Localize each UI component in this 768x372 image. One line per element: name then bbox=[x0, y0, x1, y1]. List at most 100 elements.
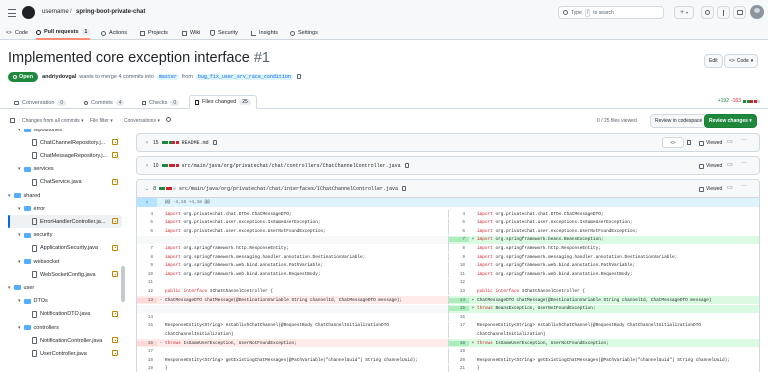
code-dropdown-button[interactable]: <> Code ▾ bbox=[724, 54, 759, 68]
diff-line-right[interactable]: 20 ResponseEntity<String> getExistingCha… bbox=[448, 356, 759, 365]
copy-path-icon[interactable] bbox=[402, 186, 407, 191]
copy-path-icon[interactable] bbox=[212, 140, 217, 145]
comment-icon[interactable]: ▭ bbox=[727, 161, 733, 168]
diff-line-right[interactable]: 5 import org.privatechat.user.exceptions.… bbox=[448, 218, 759, 227]
diff-line-left[interactable]: 6 import org.privatechat.user.exceptions.… bbox=[137, 227, 448, 235]
tree-file[interactable]: NotificationController.java bbox=[8, 334, 122, 347]
file-header-chatchannelcontroller[interactable]: › 10 src/main/java/org/privatechat/chat/… bbox=[136, 156, 760, 175]
line-number[interactable]: 9 bbox=[137, 263, 157, 268]
diff-line-left[interactable]: 16- throws IsSameUserException, UserNotF… bbox=[137, 339, 448, 347]
github-logo-icon[interactable] bbox=[22, 6, 35, 19]
changes-from-dropdown[interactable]: Changes from all commits ▾ bbox=[22, 118, 84, 124]
line-number[interactable]: 13 bbox=[449, 289, 469, 294]
nav-tab-security[interactable]: Security bbox=[210, 26, 238, 40]
diff-line-right[interactable]: 18 + throws IsSameUserException, UserNotF… bbox=[448, 339, 759, 347]
diff-line-left[interactable]: 17 bbox=[137, 348, 448, 356]
tree-folder[interactable]: ▾ websocket bbox=[8, 255, 122, 268]
checkbox-box[interactable] bbox=[699, 186, 704, 192]
nav-tab-settings[interactable]: Settings bbox=[290, 26, 318, 40]
chevron-down-icon[interactable]: ▾ bbox=[18, 232, 21, 238]
line-number[interactable]: 18 bbox=[449, 340, 469, 346]
diff-line-right[interactable]: 9 import org.springframework.messaging.ha… bbox=[448, 253, 759, 261]
line-number[interactable]: 11 bbox=[137, 280, 157, 285]
diff-line-right[interactable]: 13 public interface IChatChannelControlle… bbox=[448, 287, 759, 296]
chevron-down-icon[interactable]: ⌄ bbox=[145, 186, 149, 192]
diff-line-left[interactable]: chatChannelInitialization) bbox=[137, 330, 448, 338]
edit-button[interactable]: Edit bbox=[704, 54, 723, 68]
author-link[interactable]: andriydovgal bbox=[42, 74, 76, 80]
diff-line-right[interactable]: 4 import org.privatechat.chat.DTOs.ChatMe… bbox=[448, 210, 759, 218]
tree-file[interactable]: ChatService.java bbox=[8, 176, 122, 189]
line-number[interactable]: 6 bbox=[449, 229, 469, 234]
tree-folder[interactable]: ▾ DTOs bbox=[8, 295, 122, 308]
line-number[interactable]: 10 bbox=[137, 272, 157, 277]
chevron-right-icon[interactable]: › bbox=[146, 163, 148, 169]
code-view-toggle[interactable]: <> bbox=[662, 137, 684, 148]
diff-line-left[interactable]: 13- ChatMessageDTO chatMessage(@Destinat… bbox=[137, 296, 448, 304]
file-path[interactable]: README.md bbox=[182, 140, 209, 146]
line-number[interactable]: 14 bbox=[137, 315, 157, 320]
base-branch[interactable]: master bbox=[156, 73, 179, 80]
tree-file[interactable]: UserController.java bbox=[8, 347, 122, 360]
line-number[interactable]: 13 bbox=[137, 297, 157, 303]
diff-line-right[interactable]: 19 bbox=[448, 347, 759, 356]
file-tree-toggle-icon[interactable] bbox=[10, 118, 15, 123]
line-number[interactable]: 7 bbox=[137, 246, 157, 251]
tree-file[interactable]: WebSocketConfig.java bbox=[8, 268, 122, 281]
chevron-down-icon[interactable]: ▾ bbox=[18, 325, 21, 331]
line-number[interactable]: 10 bbox=[449, 263, 469, 268]
review-changes-button[interactable]: Review changes ▾ bbox=[704, 114, 757, 128]
line-number[interactable]: 16 bbox=[449, 315, 469, 320]
diff-line-right[interactable]: 11 import org.springframework.web.bind.an… bbox=[448, 270, 759, 279]
nav-tab-insights[interactable]: Insights bbox=[251, 26, 278, 40]
file-filter-dropdown[interactable]: File filter ▾ bbox=[90, 118, 113, 124]
line-number[interactable]: 12 bbox=[137, 289, 157, 294]
repo-name-link[interactable]: spring-boot-private-chat bbox=[76, 9, 145, 15]
viewed-checkbox[interactable]: Viewed bbox=[699, 186, 722, 192]
tree-folder[interactable]: ▾ repositories bbox=[8, 129, 122, 136]
kebab-menu-icon[interactable]: ··· bbox=[741, 183, 747, 189]
copy-icon[interactable] bbox=[296, 74, 301, 79]
copy-path-icon[interactable] bbox=[404, 163, 409, 168]
diff-line-right[interactable]: 14 + ChatMessageDTO chatMessage(@Destinat… bbox=[448, 296, 759, 304]
settings-gear-icon[interactable] bbox=[166, 117, 171, 122]
create-new-button[interactable]: + ▾ bbox=[674, 6, 694, 19]
chevron-down-icon[interactable]: ▾ bbox=[18, 259, 21, 265]
checkbox-box[interactable] bbox=[699, 140, 704, 146]
comment-icon[interactable]: ▭ bbox=[727, 184, 733, 191]
line-number[interactable]: 5 bbox=[137, 220, 157, 225]
line-number[interactable]: 7 bbox=[449, 237, 469, 243]
diff-line-left[interactable]: 5 import org.privatechat.user.exceptions.… bbox=[137, 219, 448, 227]
tree-folder[interactable]: ▾ controllers bbox=[8, 321, 122, 334]
rich-diff-toggle-icon[interactable] bbox=[687, 140, 691, 145]
diff-line-right[interactable]: 7 + import org.springframework.beans.Beans… bbox=[448, 235, 759, 244]
tree-folder[interactable]: ▾ user bbox=[8, 281, 122, 294]
line-number[interactable]: 6 bbox=[137, 229, 157, 234]
line-number[interactable]: 16 bbox=[137, 340, 157, 346]
line-number[interactable]: 11 bbox=[449, 272, 469, 277]
tab-checks[interactable]: Checks 0 bbox=[142, 96, 180, 109]
search-input[interactable]: Type / to search bbox=[558, 6, 664, 19]
chevron-right-icon[interactable]: › bbox=[146, 140, 148, 146]
line-number[interactable]: 8 bbox=[449, 246, 469, 251]
file-path[interactable]: src/main/java/org/privatechat/chat/inter… bbox=[179, 186, 398, 192]
nav-tab-pull-requests[interactable]: Pull requests 1 bbox=[36, 26, 91, 40]
chevron-down-icon[interactable]: ▾ bbox=[18, 206, 21, 212]
kebab-menu-icon[interactable]: ··· bbox=[741, 137, 747, 143]
diff-line-left[interactable]: 19} bbox=[137, 365, 448, 372]
tree-file[interactable]: ChatMessageRepository.j... bbox=[8, 149, 122, 162]
viewed-checkbox[interactable]: Viewed bbox=[699, 140, 722, 146]
expand-up-icon[interactable]: ⇕ bbox=[137, 198, 157, 207]
diff-line-right[interactable]: 15 + throws BeansException, UserNotFoundE… bbox=[448, 304, 759, 313]
tree-folder[interactable]: ▾ security bbox=[8, 229, 122, 242]
line-number[interactable]: 8 bbox=[137, 255, 157, 260]
line-number[interactable]: 20 bbox=[449, 358, 469, 363]
diff-line-right[interactable]: 12 bbox=[448, 278, 759, 287]
pull-requests-icon[interactable] bbox=[717, 6, 730, 19]
file-tree-scrollbar[interactable] bbox=[121, 266, 125, 302]
diff-line-left[interactable] bbox=[137, 235, 448, 244]
file-header-ichatchannelcontroller[interactable]: ⌄ 8 src/main/java/org/privatechat/chat/i… bbox=[136, 179, 760, 198]
line-number[interactable]: 4 bbox=[137, 212, 157, 217]
line-number[interactable]: 19 bbox=[137, 366, 157, 371]
review-in-codespace-button[interactable]: Review in codespace bbox=[650, 114, 708, 128]
